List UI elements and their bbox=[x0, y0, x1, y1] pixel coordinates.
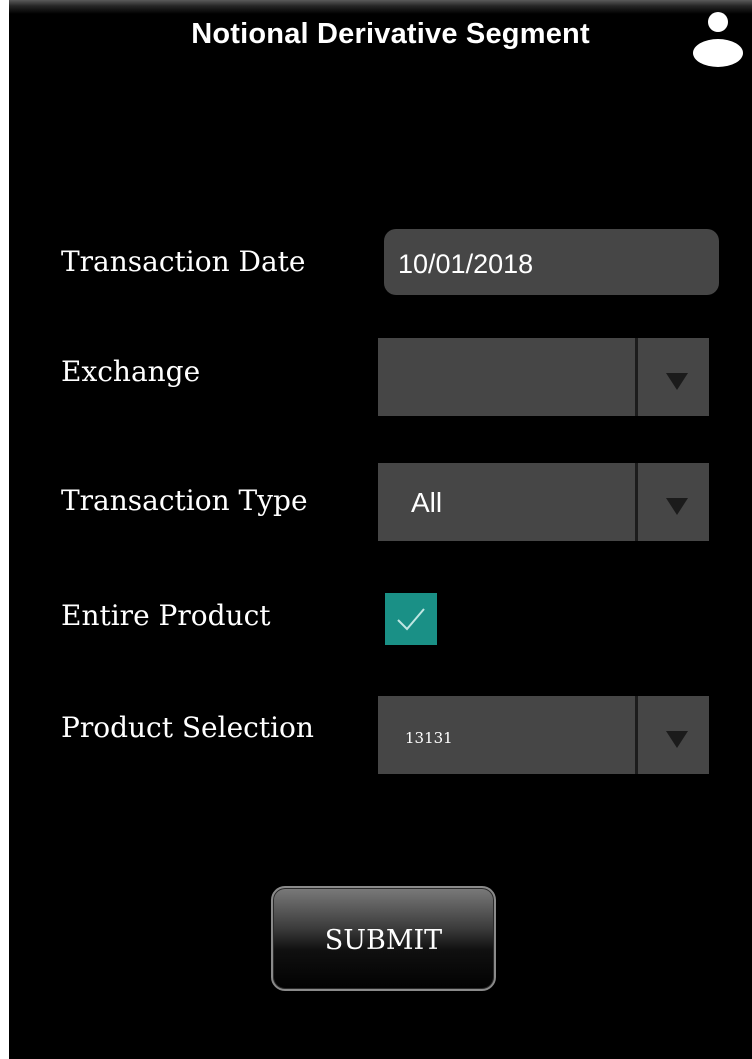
exchange-label: Exchange bbox=[61, 355, 201, 388]
entire-product-label: Entire Product bbox=[61, 599, 271, 632]
transaction-type-label: Transaction Type bbox=[61, 484, 308, 517]
chevron-down-icon[interactable] bbox=[666, 373, 688, 390]
user-icon[interactable] bbox=[691, 8, 743, 70]
transaction-date-field[interactable]: 10/01/2018 bbox=[384, 229, 719, 295]
dropdown-divider bbox=[635, 463, 638, 541]
check-icon bbox=[397, 608, 425, 631]
product-selection-label: Product Selection bbox=[61, 711, 314, 744]
chevron-down-icon[interactable] bbox=[666, 498, 688, 515]
page-title: Notional Derivative Segment bbox=[191, 18, 590, 50]
app-header: Notional Derivative Segment bbox=[9, 0, 752, 75]
entire-product-checkbox[interactable] bbox=[385, 593, 437, 645]
product-selection-select-value: 13131 bbox=[405, 729, 453, 747]
transaction-date-label: Transaction Date bbox=[61, 245, 306, 278]
dropdown-divider bbox=[635, 338, 638, 416]
exchange-select[interactable] bbox=[378, 338, 709, 416]
screen: Notional Derivative Segment Transaction … bbox=[9, 0, 752, 1059]
transaction-type-select[interactable]: All bbox=[378, 463, 709, 541]
dropdown-divider bbox=[635, 696, 638, 774]
product-selection-select[interactable]: 13131 bbox=[378, 696, 709, 774]
transaction-type-select-value: All bbox=[411, 487, 443, 518]
submit-button[interactable]: SUBMIT bbox=[271, 886, 496, 991]
chevron-down-icon[interactable] bbox=[666, 731, 688, 748]
